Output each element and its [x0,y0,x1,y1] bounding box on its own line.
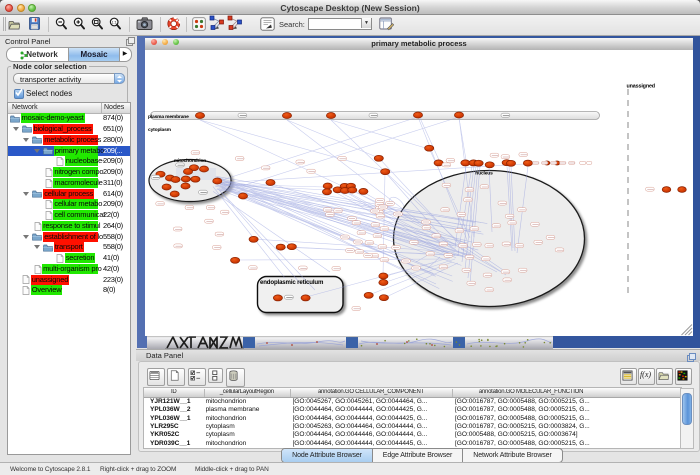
svg-text:plasma membrane: plasma membrane [148,114,189,120]
svg-text:endoplasmic reticulum: endoplasmic reticulum [260,279,324,286]
svg-text:nucleus: nucleus [475,171,493,177]
svg-text:cytoplasm: cytoplasm [148,127,172,133]
svg-text:1:1: 1:1 [112,20,117,24]
svg-text:mitochondrion: mitochondrion [174,158,206,164]
svg-text:unassigned: unassigned [627,84,655,90]
